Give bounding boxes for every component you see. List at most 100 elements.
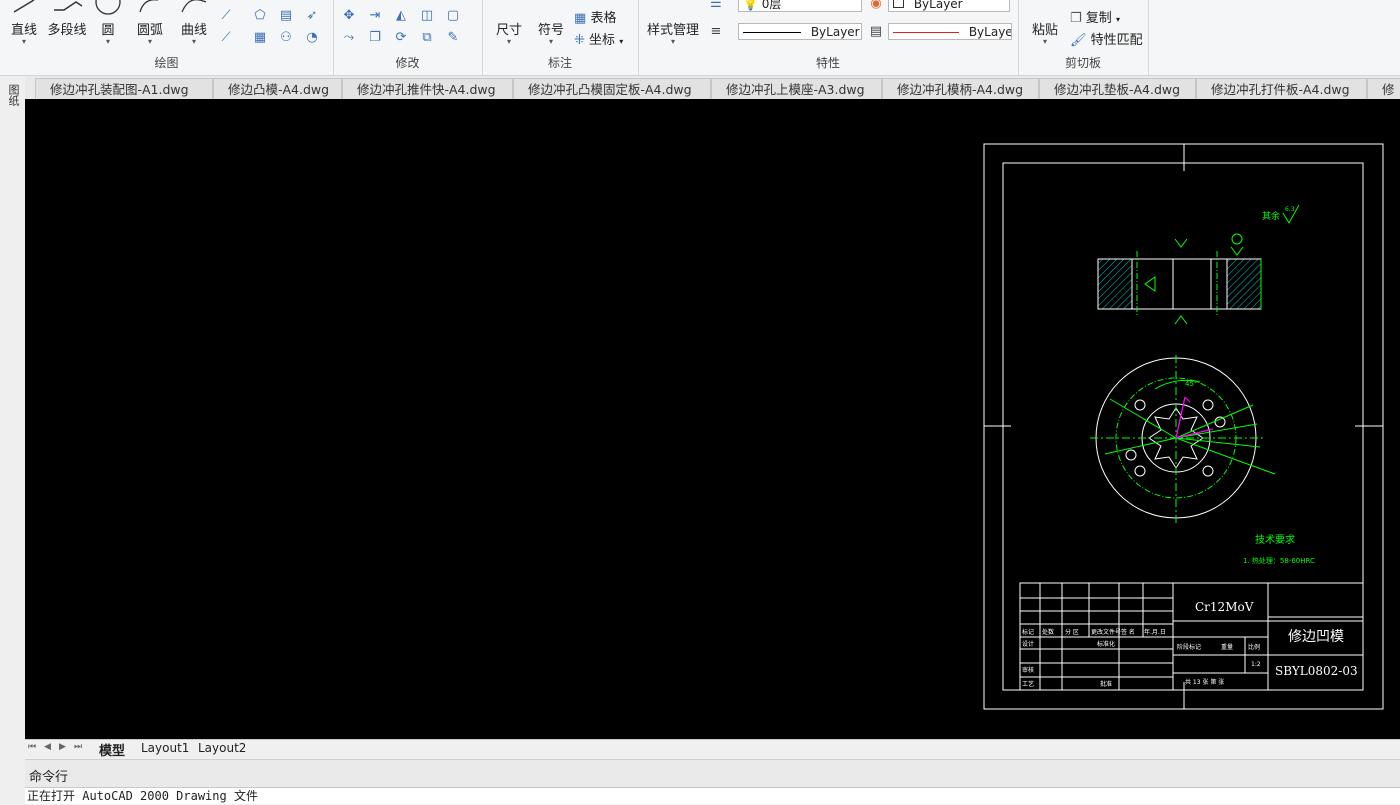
paintbrush-icon: 🖌 [1070, 33, 1087, 48]
layout-tab-bar: ⏮ ◀ ▶ ⏭ 模型 Layout1 Layout2 [25, 739, 1400, 760]
color-wheel-icon[interactable]: ◉ [868, 0, 884, 12]
array-icon[interactable]: ⧉ [419, 30, 435, 46]
linetype-dropdown[interactable]: ByLayer [738, 23, 862, 40]
chevron-down-icon: ▾ [1042, 37, 1047, 46]
rectangle-icon[interactable]: ▢ [445, 8, 461, 24]
tech-requirements-title: 技术要求 [1255, 533, 1295, 546]
table-button[interactable]: ▦ 表格 [574, 7, 616, 26]
scale-icon[interactable]: ◫ [419, 8, 435, 24]
command-header-label: 命令行 [29, 770, 69, 785]
tb-approve: 批准 [1100, 680, 1112, 688]
command-header: 命令行 [25, 759, 1400, 788]
lineweight-dropdown[interactable]: ByLaye [888, 23, 1012, 40]
color-swatch [893, 0, 904, 8]
tb-date: 年.月.日 [1144, 628, 1166, 636]
document-tab[interactable]: 修 [1367, 78, 1400, 99]
tb-mark: 标记 [1022, 628, 1034, 636]
document-tab[interactable]: 修边冲孔模柄-A4.dwg [882, 78, 1039, 99]
copy-icon: ❐ [1070, 11, 1082, 26]
chevron-down-icon: ▾ [619, 37, 624, 46]
ray-icon[interactable]: ⟋ [218, 30, 234, 46]
left-sidebar: 图纸 [0, 76, 26, 804]
move-icon[interactable]: ✥ [341, 8, 357, 24]
edit-icon[interactable]: ✎ [445, 30, 461, 46]
document-tab[interactable]: 修边冲孔打件板-A4.dwg [1196, 78, 1367, 99]
tb-ratio: 比例 [1248, 643, 1260, 651]
scale-text: 1:2 [1251, 661, 1261, 668]
match-properties-button[interactable]: 🖌 特性匹配 [1070, 29, 1143, 48]
tb-review: 审核 [1022, 666, 1034, 674]
point-icon[interactable]: ➶ [304, 8, 320, 24]
annotate-panel: 尺寸 ▾ 符号 ▾ ▦ 表格 ⁜ 坐标 ▾ 标注 [482, 0, 639, 75]
stretch-icon[interactable]: ⤳ [341, 30, 357, 46]
arc-icon [139, 0, 158, 13]
tb-weight: 重量 [1221, 643, 1233, 651]
chevron-down-icon: ▾ [548, 37, 553, 46]
block-icon[interactable]: ▤ [278, 8, 294, 24]
chevron-down-icon: ▾ [21, 37, 26, 46]
chevron-down-icon: ▾ [147, 37, 152, 46]
tab-layout2[interactable]: Layout2 [198, 741, 246, 755]
next-layout-icon[interactable]: ▶ [59, 742, 66, 752]
modify-panel: ✥ ⇥ ◭ ◫ ▢ ⤳ ❐ ⟳ ⧉ ✎ 修改 [333, 0, 483, 75]
section-view [1097, 233, 1262, 325]
tb-zone: 分 区 [1065, 628, 1079, 636]
command-line-output[interactable]: 正在打开 AutoCAD 2000 Drawing 文件 [25, 787, 1400, 804]
draw-panel: 直线 ▾ 多段线 圆 ▾ 圆弧 ▾ 曲线 ▾ ⟋ ⟋ ⬠ ▦ ▤ ⚇ ➶ ◔ 绘… [0, 0, 334, 75]
document-tab[interactable]: 修边冲孔上模座-A3.dwg [711, 78, 882, 99]
group-icon[interactable]: ⚇ [278, 30, 294, 46]
document-tab[interactable]: 修边冲孔凸模固定板-A4.dwg [513, 78, 711, 99]
polyline-icon [54, 1, 83, 11]
title-block-header: 标记 处数 分 区 更改文件号 签 名 年.月.日 [1022, 628, 1166, 636]
coordinate-button[interactable]: ⁜ 坐标 ▾ [574, 29, 623, 48]
chevron-down-icon: ▾ [1115, 15, 1120, 24]
part-name-text: 修边凹模 [1288, 629, 1344, 645]
roughness-note: 其余 [1262, 210, 1280, 222]
rotate-icon[interactable]: ⟳ [393, 30, 409, 46]
table-icon: ▦ [574, 11, 587, 26]
document-tab[interactable]: 修边冲孔推件快-A4.dwg [342, 78, 513, 99]
tech-requirements-note: 1. 热处理：58-60HRC [1243, 556, 1315, 565]
tb-signature: 签 名 [1121, 628, 1135, 636]
tab-layout1[interactable]: Layout1 [141, 741, 189, 755]
sheet-set-tab[interactable]: 图纸 [5, 84, 20, 106]
plan-view: 45° [1090, 355, 1276, 523]
construction-line-icon[interactable]: ⟋ [218, 8, 234, 24]
last-layout-icon[interactable]: ⏭ [74, 742, 82, 752]
tab-model[interactable]: 模型 [99, 740, 125, 759]
copy-object-icon[interactable]: ❐ [367, 30, 383, 46]
tb-change-no: 更改文件号 [1091, 628, 1121, 636]
first-layout-icon[interactable]: ⏮ [28, 742, 36, 752]
tb-count: 处数 [1042, 628, 1054, 636]
hatch-icon[interactable]: ▦ [252, 30, 268, 46]
lightbulb-icon: 💡 [743, 0, 758, 11]
lineweight-sample [893, 32, 959, 33]
clipboard-panel: 粘贴 ▾ ❐ 复制 ▾ 🖌 特性匹配 剪切板 [1018, 0, 1149, 75]
chevron-down-icon: ▾ [506, 37, 511, 46]
drawing-canvas[interactable]: 其余 6.3 45° 技术要求 1. 热处理：58-60HRC Cr12MoV … [25, 99, 1400, 739]
layer-dropdown[interactable]: 💡 0层 [738, 0, 862, 12]
layer-manager-icon[interactable]: ☰ [708, 0, 724, 12]
prev-layout-icon[interactable]: ◀ [44, 742, 51, 752]
copy-button[interactable]: ❐ 复制 ▾ [1070, 7, 1120, 26]
linetype-scale-icon[interactable]: ▤ [868, 24, 884, 40]
document-tab[interactable]: 修边冲孔装配图-A1.dwg [35, 78, 213, 99]
document-tab[interactable]: 修边冲孔垫板-A4.dwg [1039, 78, 1196, 99]
drawing-number-text: SBYL0802-03 [1275, 664, 1358, 678]
command-message: 正在打开 AutoCAD 2000 Drawing 文件 [27, 789, 258, 803]
chevron-down-icon: ▾ [191, 37, 196, 46]
ribbon: 直线 ▾ 多段线 圆 ▾ 圆弧 ▾ 曲线 ▾ ⟋ ⟋ ⬠ ▦ ▤ ⚇ ➶ ◔ 绘… [0, 0, 1400, 76]
document-tab[interactable]: 修边凸模-A4.dwg [213, 78, 342, 99]
linetype-sample [743, 32, 801, 33]
document-tab-bar: 修边冲孔装配图-A1.dwg 修边凸模-A4.dwg 修边冲孔推件快-A4.dw… [25, 76, 1400, 100]
lineweight-icon[interactable]: ≡ [708, 24, 724, 40]
color-dropdown[interactable]: ByLayer [888, 0, 1010, 12]
angle-label: 45° [1185, 380, 1197, 388]
roughness-value: 6.3 [1285, 206, 1295, 213]
boundary-icon[interactable]: ◔ [304, 30, 320, 46]
sheet-count-text: 共 13 张 第 张 [1185, 678, 1224, 686]
layer-name: 0层 [761, 0, 782, 11]
region-icon[interactable]: ⬠ [252, 8, 268, 24]
mirror-icon[interactable]: ◭ [393, 8, 409, 24]
extend-icon[interactable]: ⇥ [367, 8, 383, 24]
